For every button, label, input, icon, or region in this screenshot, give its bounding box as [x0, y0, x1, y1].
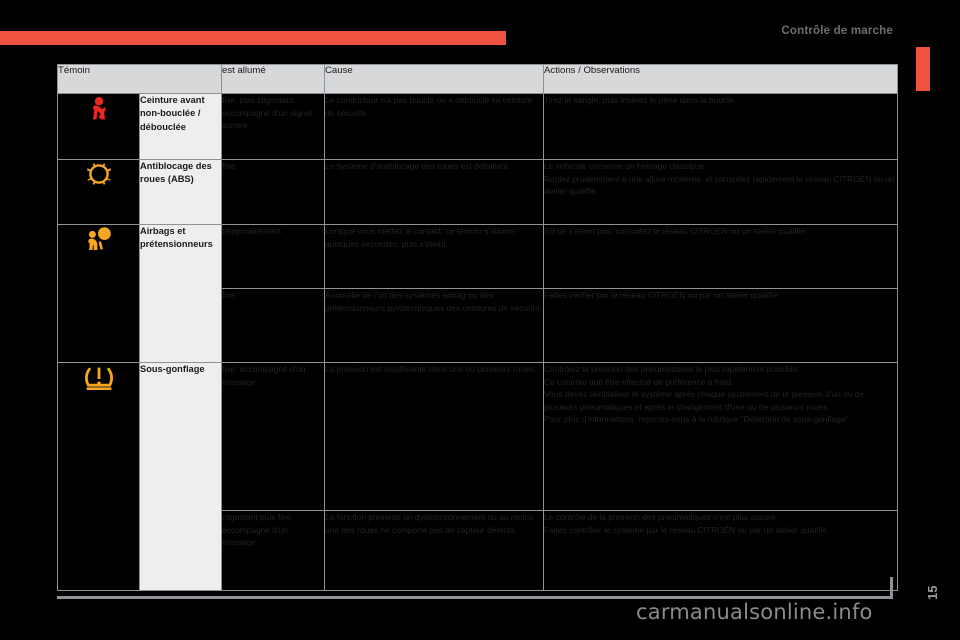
- table-header-row: Témoin est allumé Cause Actions / Observ…: [57, 64, 898, 94]
- column-header-est-allume: est allumé: [221, 64, 325, 94]
- lamp-state-cell: fixe, accompagné d'un message.: [221, 362, 325, 511]
- cause-cell: Le conducteur n'a pas bouclé ou a débouc…: [324, 93, 544, 160]
- actions-cell: Le contrôle de la pression des pneumatiq…: [543, 510, 898, 591]
- footer-rule: [57, 596, 893, 599]
- lamp-state-cell: fixe, puis clignotant, accompagné d'un s…: [221, 93, 325, 160]
- header-accent-bar: [0, 31, 506, 45]
- footer-rule-vertical: [890, 577, 893, 599]
- tyre-pressure-warning-icon: [84, 363, 113, 391]
- airbag-warning-icon: [85, 225, 113, 253]
- warning-label-cell: Ceinture avant non-bouclée / débouclée: [139, 93, 222, 160]
- seatbelt-warning-icon: [85, 94, 113, 122]
- warning-icon-cell: [57, 93, 140, 160]
- warning-icon-cell: [57, 224, 140, 363]
- chapter-number-tab: [916, 47, 930, 91]
- column-header-cause: Cause: [324, 64, 544, 94]
- warning-icon-cell: [57, 362, 140, 591]
- chapter-title: Contrôle de marche: [781, 25, 893, 37]
- page-number: 15: [925, 585, 940, 600]
- warning-label-cell: Airbags et prétensionneurs: [139, 224, 222, 363]
- abs-warning-icon: [85, 160, 113, 188]
- actions-cell: Tirez la sangle, puis insérez le pêne da…: [543, 93, 898, 160]
- column-header-actions: Actions / Observations: [543, 64, 898, 94]
- column-header-temoin: Témoin: [57, 64, 222, 94]
- cause-cell: La fonction présente un dysfonctionnemen…: [324, 510, 544, 591]
- warning-label-cell: Sous-gonflage: [139, 362, 222, 591]
- actions-cell: S'il ne s'éteint pas, consultez le résea…: [543, 224, 898, 289]
- table-row: Antiblocage des roues (ABS) fixe. Le systè…: [57, 159, 898, 225]
- table-row: Ceinture avant non-bouclée / débouclée fi…: [57, 93, 898, 160]
- lamp-state-cell: fixe.: [221, 288, 325, 363]
- cause-cell: Le système d'antiblocage des roues est d…: [324, 159, 544, 225]
- lamp-state-cell: fixe.: [221, 159, 325, 225]
- actions-cell: Le véhicule conserve un freinage classiq…: [543, 159, 898, 225]
- watermark-text: carmanualsonline.info: [636, 600, 873, 624]
- cause-cell: Lorsque vous mettez le contact, ce témoi…: [324, 224, 544, 289]
- cause-cell: Anomalie de l'un des systèmes airbag ou …: [324, 288, 544, 363]
- warning-lamps-table: Témoin est allumé Cause Actions / Observ…: [57, 64, 898, 591]
- lamp-state-cell: temporairement.: [221, 224, 325, 289]
- lamp-state-cell: clignotant puis fixe, accompagné d'un me…: [221, 510, 325, 591]
- cause-cell: La pression est insuffisante dans une ou…: [324, 362, 544, 511]
- actions-cell: Contrôlez la pression des pneumatiques l…: [543, 362, 898, 511]
- warning-label-cell: Antiblocage des roues (ABS): [139, 159, 222, 225]
- warning-icon-cell: [57, 159, 140, 225]
- table-row: Sous-gonflage fixe, accompagné d'un messa…: [57, 362, 898, 591]
- actions-cell: Faites vérifier par le réseau CITROËN ou…: [543, 288, 898, 363]
- table-row: Airbags et prétensionneurs temporairement…: [57, 224, 898, 363]
- table-body: Ceinture avant non-bouclée / débouclée fi…: [57, 93, 898, 591]
